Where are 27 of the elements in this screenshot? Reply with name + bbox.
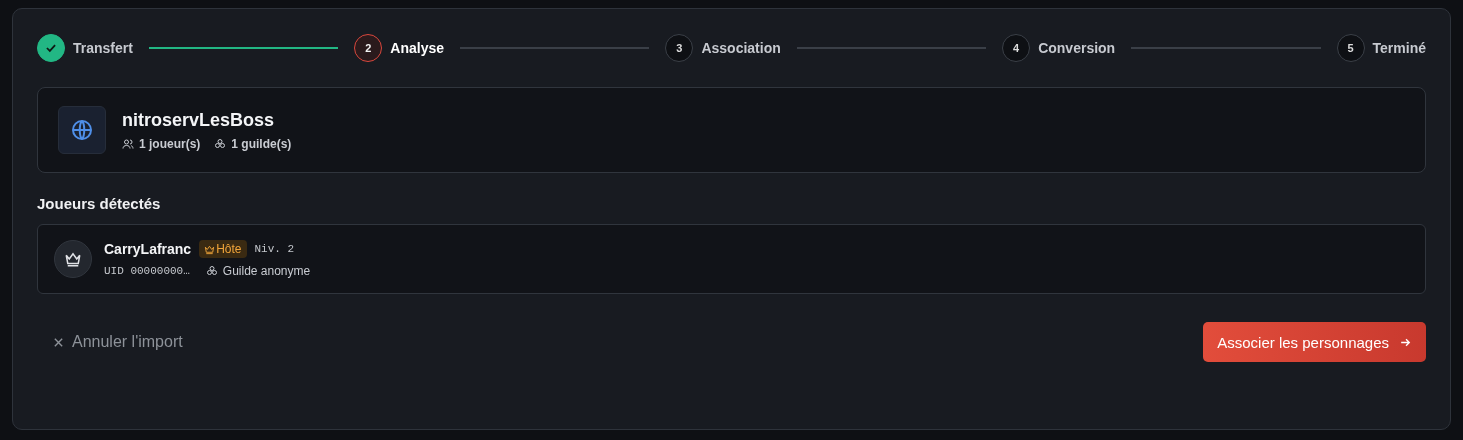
- step-label: Terminé: [1372, 40, 1426, 56]
- step-label: Transfert: [73, 40, 133, 56]
- server-name: nitroservLesBoss: [122, 109, 276, 131]
- step-label: Association: [701, 40, 781, 56]
- crown-icon: [64, 250, 82, 268]
- submit-button[interactable]: Associer les personnages: [1203, 322, 1426, 362]
- step-label: Conversion: [1038, 40, 1116, 56]
- section-heading: Joueurs détectés: [37, 195, 162, 212]
- guild-icon: [205, 265, 218, 277]
- globe-icon: [58, 106, 106, 154]
- player-level: Niv. 2: [254, 243, 295, 255]
- step-indicator: 2: [354, 34, 383, 62]
- step-indicator: 3: [665, 34, 694, 62]
- guild-count: 1 guilde(s): [231, 136, 292, 151]
- crown-icon: [204, 243, 216, 255]
- host-badge: Hôte: [199, 240, 247, 258]
- close-icon: [53, 336, 64, 348]
- guild-icon: [214, 137, 227, 150]
- player-guild: Guilde anonyme: [222, 264, 311, 278]
- step-indicator: 4: [1002, 34, 1031, 62]
- cancel-button[interactable]: Annuler l'import: [37, 325, 199, 359]
- step-label: Analyse: [390, 40, 444, 56]
- player-count: 1 joueur(s): [139, 136, 201, 151]
- users-icon: [122, 137, 134, 150]
- step-indicator: 5: [1336, 34, 1365, 62]
- player-uid: UID 00000000…: [104, 265, 190, 277]
- player-name: CarryLafranc: [104, 241, 192, 257]
